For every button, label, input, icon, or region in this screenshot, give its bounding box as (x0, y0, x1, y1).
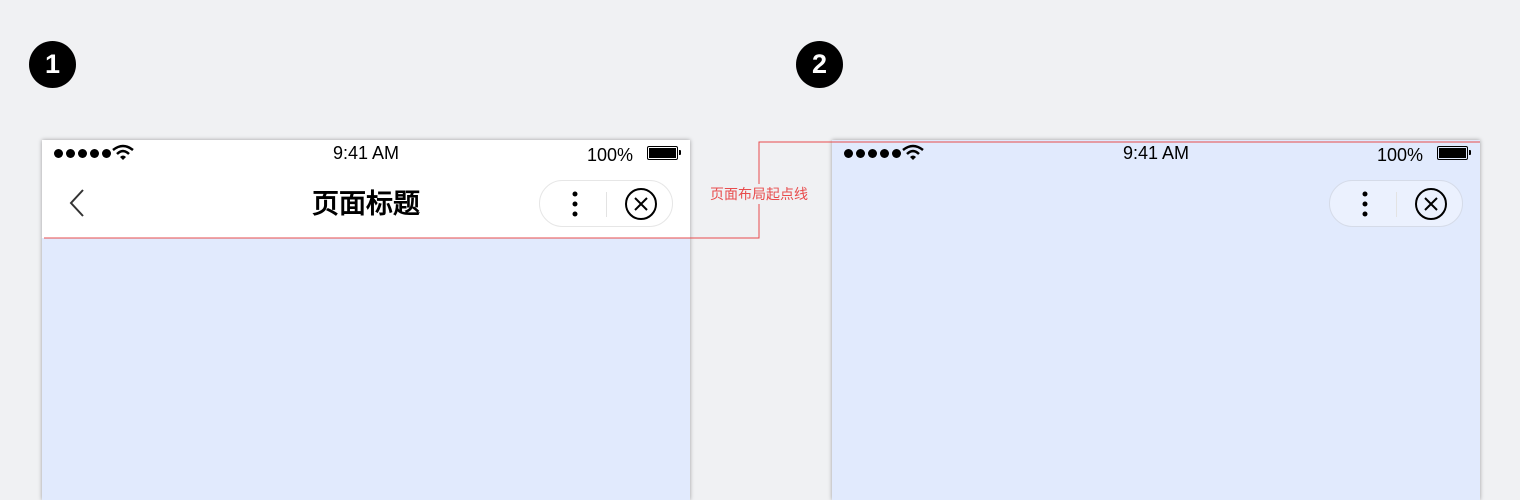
step-badge-2: 2 (796, 41, 843, 88)
close-button[interactable] (1397, 181, 1463, 226)
phone-frame-custom-nav: 9:41 AM 100% (832, 140, 1480, 500)
navigation-bar: 9:41 AM 100% 页面标题 (42, 140, 690, 238)
status-bar: 9:41 AM 100% (42, 140, 690, 170)
close-circle-icon (1415, 188, 1447, 220)
more-button[interactable] (540, 181, 606, 226)
more-dots-icon (572, 191, 578, 217)
more-button[interactable] (1330, 181, 1396, 226)
capsule-menu (539, 180, 673, 227)
close-circle-icon (625, 188, 657, 220)
battery-percentage: 100% (586, 145, 633, 165)
close-button[interactable] (607, 181, 673, 226)
more-dots-icon (1362, 191, 1368, 217)
status-bar: 9:41 AM 100% (832, 140, 1480, 170)
phone-frame-with-navbar: 9:41 AM 100% 页面标题 (42, 140, 690, 500)
layout-start-line-label: 页面布局起点线 (706, 184, 812, 204)
battery-icon (647, 146, 681, 160)
step-badge-1: 1 (29, 41, 76, 88)
capsule-menu (1329, 180, 1463, 227)
battery-percentage: 100% (1376, 145, 1423, 165)
battery-icon (1437, 146, 1471, 160)
